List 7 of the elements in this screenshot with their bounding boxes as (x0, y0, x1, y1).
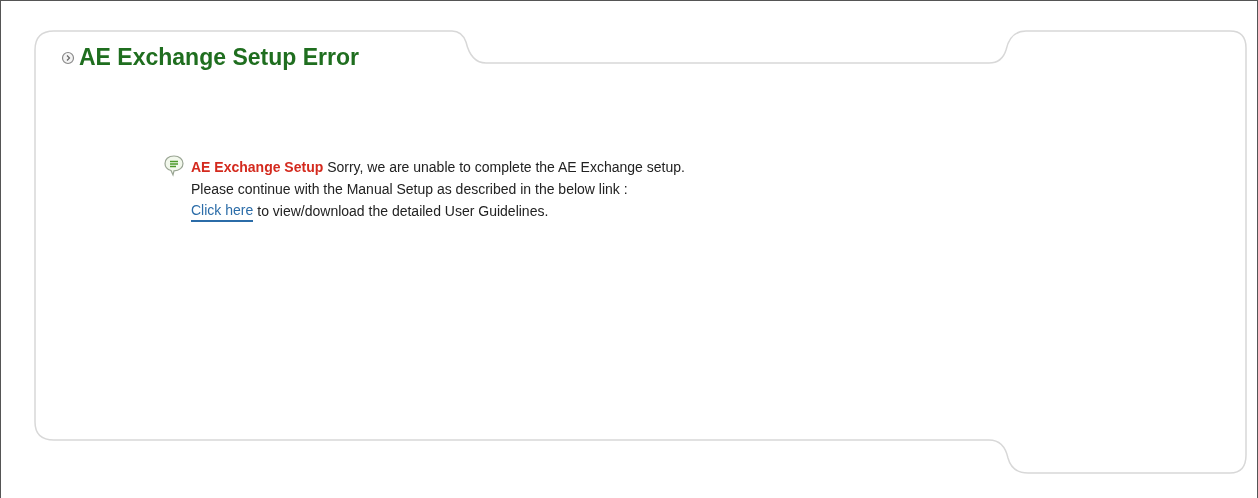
panel-title: AE Exchange Setup Error (79, 46, 359, 69)
message-text: AE Exchange Setup Sorry, we are unable to complete the AE Exchange setup. (191, 158, 685, 177)
message-text: Please continue with the Manual Setup as described in the below link : (191, 180, 629, 199)
chevron-circle-icon (61, 50, 75, 65)
guidelines-link[interactable]: Click here (191, 200, 254, 222)
speech-bubble-icon (163, 154, 185, 178)
message-text: to view/download the detailed User Guidelines. (257, 202, 549, 221)
